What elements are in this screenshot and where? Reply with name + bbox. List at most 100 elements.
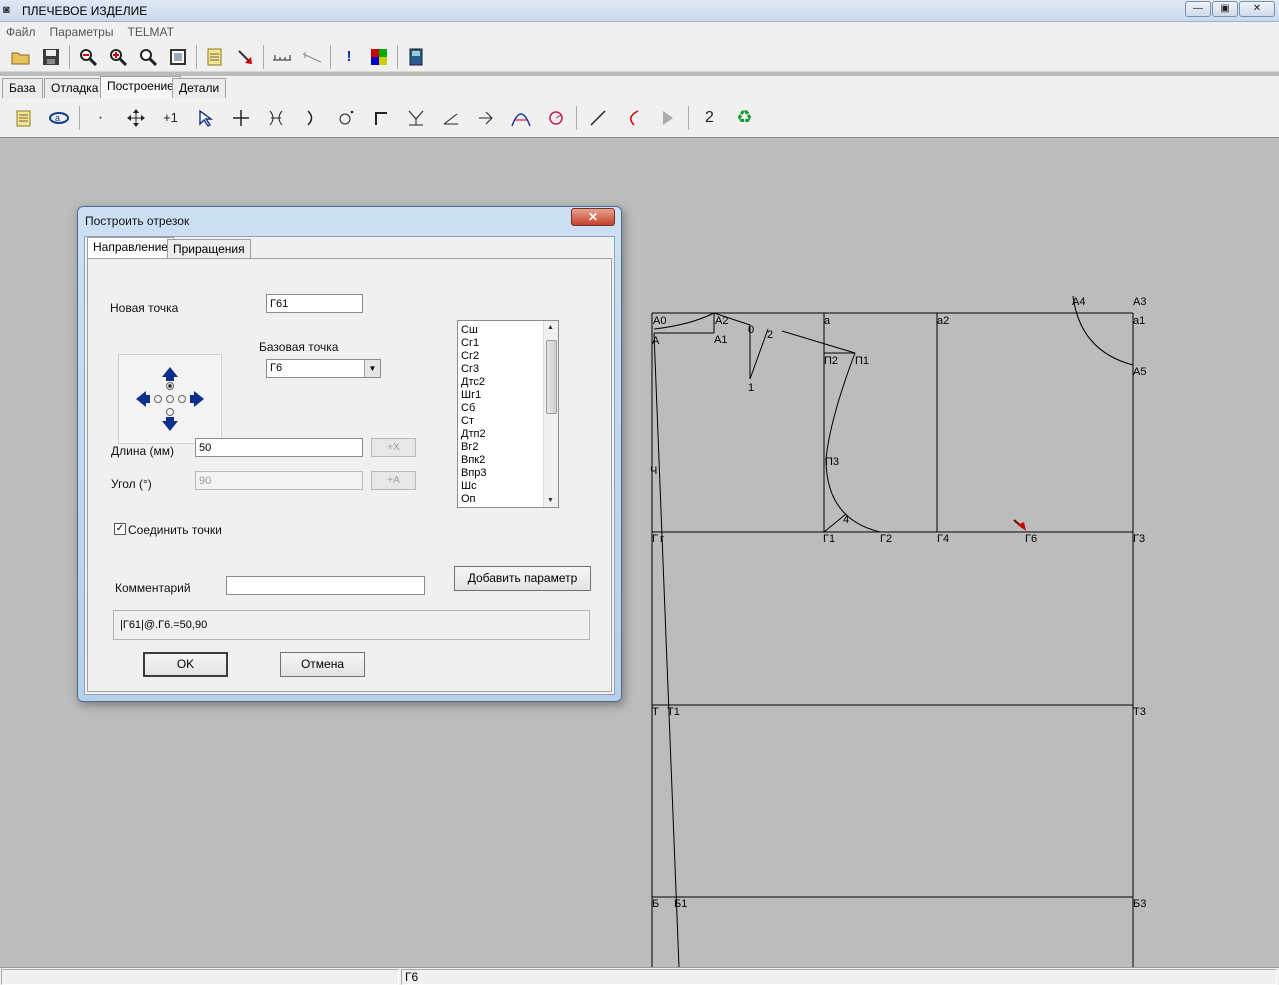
recycle-icon[interactable]: ♻ (727, 103, 762, 133)
label-2: 2 (767, 329, 773, 341)
list-item[interactable]: Дтп2 (461, 428, 555, 441)
list-item[interactable]: Впк2 (461, 454, 555, 467)
angle-icon[interactable] (433, 103, 468, 133)
list-item[interactable]: Сг1 (461, 337, 555, 350)
app-icon: ◙ (3, 4, 10, 16)
minimize-button[interactable]: — (1185, 1, 1211, 17)
arrow-right-stem (190, 395, 194, 403)
tab-details[interactable]: Детали (172, 78, 227, 98)
plus-one-icon[interactable]: +1 (153, 103, 188, 133)
line-icon[interactable] (580, 103, 615, 133)
list-item[interactable]: Оп (461, 493, 555, 506)
radio-left[interactable] (154, 395, 162, 403)
list-item[interactable]: Дтс2 (461, 376, 555, 389)
menu-telmat[interactable]: TELMAT (127, 25, 173, 39)
angle-input[interactable] (195, 471, 363, 490)
list-item[interactable]: Шс (461, 480, 555, 493)
color-palette-icon[interactable] (364, 44, 394, 70)
parallel-curves-icon[interactable] (258, 103, 293, 133)
arrow-down-icon[interactable] (162, 421, 178, 431)
list-item[interactable]: Шг1 (461, 389, 555, 402)
label-A1: А1 (714, 334, 727, 346)
list-item[interactable]: Сг3 (461, 363, 555, 376)
list-item[interactable]: Вг2 (461, 441, 555, 454)
list-item[interactable]: Сг2 (461, 350, 555, 363)
connect-points-checkbox[interactable]: ✓ (114, 523, 126, 535)
tab-direction[interactable]: Направление (87, 237, 174, 259)
label-a2: а2 (937, 315, 949, 327)
corner-icon[interactable] (363, 103, 398, 133)
plus-a-button[interactable]: +A (371, 471, 416, 490)
zoom-in-icon[interactable] (103, 44, 133, 70)
play-icon[interactable] (650, 103, 685, 133)
tab-construction[interactable]: Построение (100, 76, 181, 98)
cancel-button[interactable]: Отмена (280, 652, 365, 677)
point-icon[interactable]: · (83, 103, 118, 133)
base-point-select[interactable]: Г6 ▼ (266, 359, 381, 378)
menu-file[interactable]: Файл (6, 25, 36, 39)
toolbar-separator (688, 105, 689, 130)
notes-list-icon[interactable] (6, 103, 41, 133)
measure-angle-icon[interactable] (297, 44, 327, 70)
radio-right[interactable] (178, 395, 186, 403)
curve-icon[interactable] (615, 103, 650, 133)
circle-arc-icon[interactable] (538, 103, 573, 133)
arrow-left-icon[interactable] (136, 391, 146, 407)
bracket-icon[interactable] (293, 103, 328, 133)
list-scrollbar[interactable]: ▲ ▼ (543, 321, 558, 507)
tab-base[interactable]: База (2, 78, 43, 98)
cross-icon[interactable] (223, 103, 258, 133)
direction-pad (118, 354, 222, 444)
notes-icon[interactable] (200, 44, 230, 70)
tab-increments[interactable]: Приращения (167, 239, 251, 259)
select-arrow-icon[interactable] (188, 103, 223, 133)
zoom-icon[interactable] (133, 44, 163, 70)
radio-down[interactable] (166, 408, 174, 416)
intersection-icon[interactable] (398, 103, 433, 133)
open-folder-icon[interactable] (6, 44, 36, 70)
chevron-down-icon[interactable]: ▼ (364, 360, 380, 377)
length-input[interactable] (195, 438, 363, 457)
formula-icon[interactable]: a (41, 103, 76, 133)
radio-center[interactable] (166, 395, 174, 403)
list-item[interactable]: Сш (461, 324, 555, 337)
zoom-out-icon[interactable] (73, 44, 103, 70)
list-item[interactable]: Впр3 (461, 467, 555, 480)
close-window-button[interactable]: ✕ (1239, 1, 1275, 17)
arrow-up-icon[interactable] (162, 367, 178, 377)
toolbar-separator (69, 44, 70, 69)
list-item[interactable]: Сб (461, 402, 555, 415)
circle-point-icon[interactable] (328, 103, 363, 133)
status-current-point: Г6 (401, 969, 1277, 985)
plus-x-button[interactable]: +X (371, 438, 416, 457)
scroll-thumb[interactable] (546, 340, 557, 414)
measure-icon[interactable] (267, 44, 297, 70)
red-arrow-icon[interactable] (230, 44, 260, 70)
add-parameter-button[interactable]: Добавить параметр (454, 566, 591, 591)
dialog-close-button[interactable]: ✕ (571, 208, 615, 226)
scroll-down-icon[interactable]: ▼ (547, 497, 554, 504)
triangle-icon[interactable] (503, 103, 538, 133)
new-point-input[interactable] (266, 294, 363, 313)
label-A4: А4 (1072, 296, 1085, 308)
comment-input[interactable] (226, 576, 425, 595)
label-A5: А5 (1133, 366, 1146, 378)
point-list[interactable]: Сш Сг1 Сг2 Сг3 Дтс2 Шг1 Сб Ст Дтп2 Вг2 В… (457, 320, 559, 508)
exclamation-icon[interactable]: ! (334, 44, 364, 70)
list-item[interactable]: Ст (461, 415, 555, 428)
direction-arrow-icon[interactable] (468, 103, 503, 133)
arrow-up-stem (166, 377, 174, 381)
save-icon[interactable] (36, 44, 66, 70)
menu-parameters[interactable]: Параметры (50, 25, 114, 39)
counter-label[interactable]: 2 (692, 103, 727, 133)
maximize-button[interactable]: ▣ (1212, 1, 1238, 17)
arrow-right-icon[interactable] (194, 391, 204, 407)
tab-debug[interactable]: Отладка (44, 78, 106, 98)
book-icon[interactable] (401, 44, 431, 70)
label-P3: П3 (825, 456, 839, 468)
scroll-up-icon[interactable]: ▲ (547, 324, 554, 331)
fit-window-icon[interactable] (163, 44, 193, 70)
ok-button[interactable]: OK (143, 652, 228, 677)
move-icon[interactable] (118, 103, 153, 133)
label-G6: Г6 (1025, 533, 1037, 545)
